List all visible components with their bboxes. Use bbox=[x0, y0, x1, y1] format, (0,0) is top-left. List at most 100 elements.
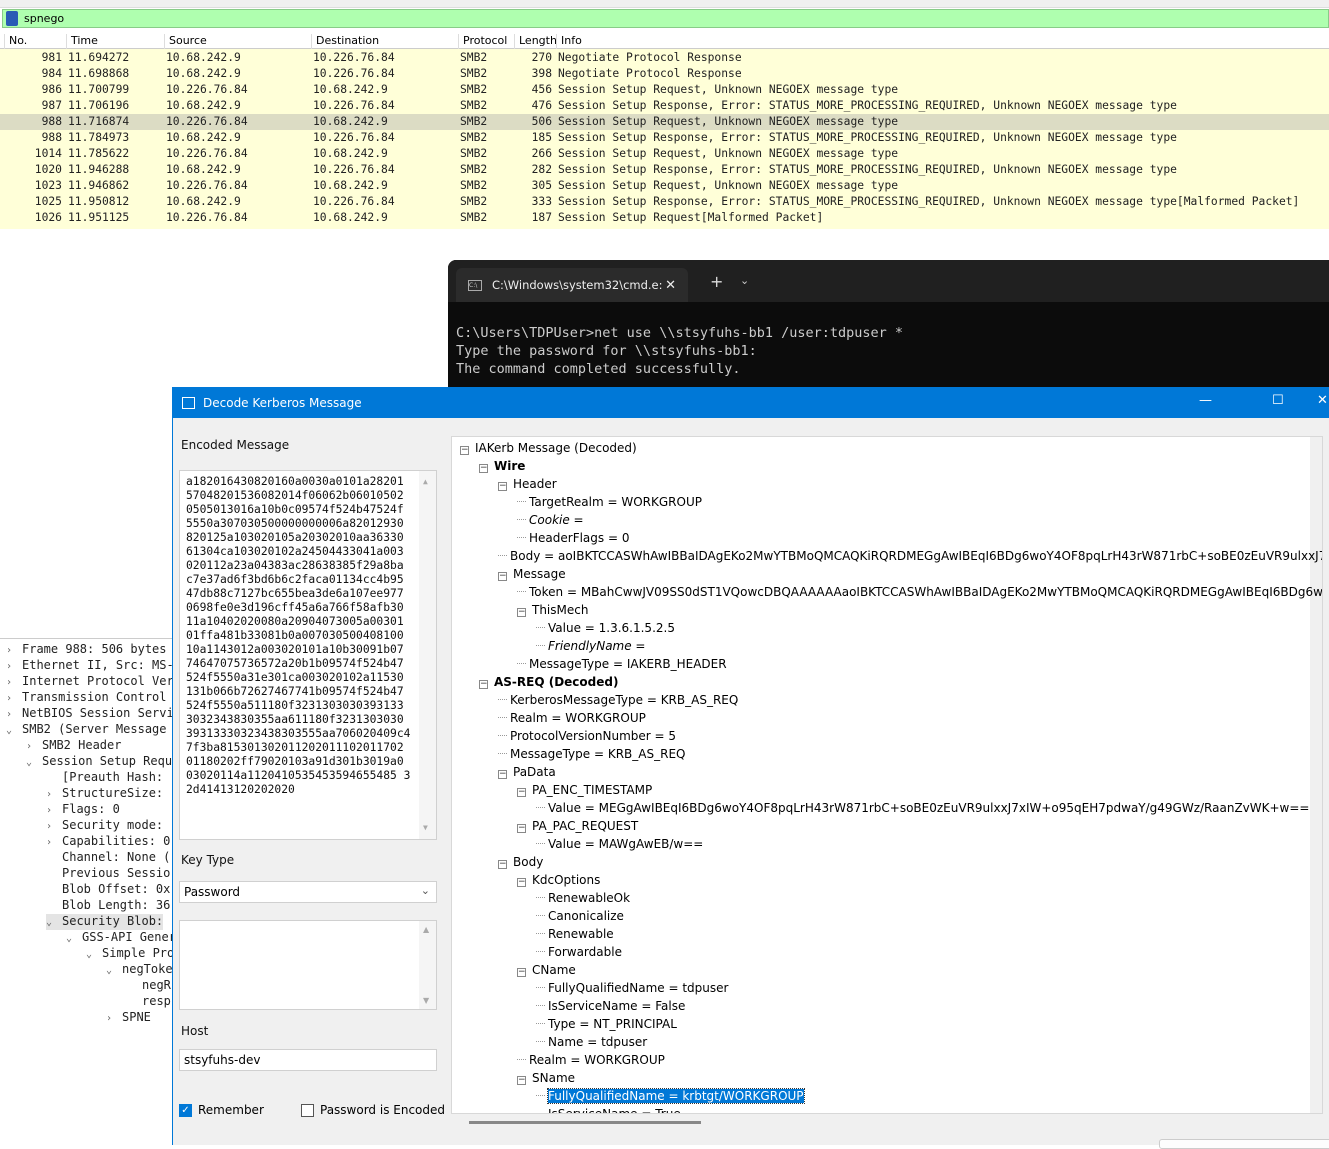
packet-row[interactable]: 1023 11.946862 10.226.76.84 10.68.242.9 SMB2… bbox=[0, 178, 1329, 194]
chevron-down-icon[interactable]: ⌄ bbox=[26, 757, 42, 768]
chevron-right-icon[interactable]: › bbox=[46, 805, 62, 816]
detail-row[interactable]: › Flags: 0 bbox=[46, 802, 120, 818]
packet-row[interactable]: 981 11.694272 10.68.242.9 10.226.76.84 SMB2 2… bbox=[0, 50, 1329, 66]
detail-row[interactable]: Blob Offset: 0x bbox=[46, 882, 170, 898]
chevron-right-icon[interactable]: › bbox=[46, 837, 62, 848]
packet-row[interactable]: 986 11.700799 10.226.76.84 10.68.242.9 SMB2 4… bbox=[0, 82, 1329, 98]
tree-node[interactable]: Token = MBahCwwJV09SS0dST1VQowcDBQAAAAAA… bbox=[517, 583, 1322, 601]
collapse-icon[interactable]: − bbox=[517, 608, 526, 617]
key-type-select[interactable]: Password ⌄ bbox=[179, 881, 437, 903]
column-header[interactable]: Destination bbox=[311, 34, 379, 49]
collapse-icon[interactable]: − bbox=[517, 824, 526, 833]
tree-node[interactable]: MessageType = IAKERB_HEADER bbox=[517, 655, 727, 673]
detail-row[interactable]: ⌄ GSS-API Gener bbox=[66, 930, 176, 946]
display-filter-bar[interactable]: spnego bbox=[2, 9, 1329, 28]
chevron-down-icon[interactable]: ⌄ bbox=[86, 949, 102, 960]
packet-row[interactable]: 1020 11.946288 10.68.242.9 10.226.76.84 SMB2… bbox=[0, 162, 1329, 178]
minimize-icon[interactable]: — bbox=[1199, 393, 1212, 408]
collapse-icon[interactable]: − bbox=[498, 572, 507, 581]
collapse-icon[interactable]: − bbox=[479, 464, 488, 473]
chevron-right-icon[interactable]: › bbox=[26, 741, 42, 752]
packet-row[interactable]: 984 11.698868 10.68.242.9 10.226.76.84 SMB2 3… bbox=[0, 66, 1329, 82]
decoded-message-tree[interactable]: − IAKerb Message (Decoded) − Wire − Header Tar… bbox=[451, 436, 1323, 1114]
collapse-icon[interactable]: − bbox=[498, 482, 507, 491]
column-header[interactable]: Source bbox=[164, 34, 207, 49]
packet-row[interactable]: 988 11.716874 10.226.76.84 10.68.242.9 SMB2 5… bbox=[0, 114, 1329, 130]
close-icon[interactable]: ✕ bbox=[1317, 393, 1328, 408]
tree-node[interactable]: Value = MEGgAwIBEqI6BDg6woY4OF8pqLrH43rW… bbox=[536, 799, 1309, 817]
detail-row[interactable]: › Internet Protocol Ver bbox=[6, 674, 174, 690]
tree-node[interactable]: − PaData bbox=[498, 763, 556, 781]
password-textarea[interactable]: ▲ ▼ bbox=[179, 920, 437, 1010]
tree-node[interactable]: − PA_ENC_TIMESTAMP bbox=[517, 781, 652, 799]
chevron-down-icon[interactable]: ⌄ bbox=[106, 965, 122, 976]
detail-row[interactable]: Blob Length: 36 bbox=[46, 898, 170, 914]
packet-row[interactable]: 988 11.784973 10.68.242.9 10.226.76.84 SMB2 1… bbox=[0, 130, 1329, 146]
chevron-right-icon[interactable]: › bbox=[46, 821, 62, 832]
detail-row[interactable]: ⌄ Security Blob: bbox=[46, 914, 164, 930]
tree-node[interactable]: − ThisMech bbox=[517, 601, 588, 619]
tree-node[interactable]: − Body bbox=[498, 853, 543, 871]
horizontal-scrollbar[interactable] bbox=[469, 1121, 701, 1124]
tree-node[interactable]: FullyQualifiedName = tdpuser bbox=[536, 979, 728, 997]
chevron-down-icon[interactable]: ⌄ bbox=[6, 725, 22, 736]
column-header[interactable]: Protocol bbox=[458, 34, 507, 49]
remember-checkbox[interactable]: ✓ Remember bbox=[179, 1103, 264, 1117]
tree-node[interactable]: IsServiceName = True bbox=[536, 1105, 681, 1113]
tree-node[interactable]: Realm = WORKGROUP bbox=[498, 709, 646, 727]
detail-row[interactable]: › Transmission Control bbox=[6, 690, 167, 706]
tree-node[interactable]: Forwardable bbox=[536, 943, 622, 961]
tree-node[interactable]: − AS-REQ (Decoded) bbox=[479, 673, 618, 691]
checkbox-checked-icon[interactable]: ✓ bbox=[179, 1103, 192, 1117]
packet-details-pane[interactable]: › Frame 988: 506 bytes › Ethernet II, Src: … bbox=[0, 638, 176, 1145]
tree-node[interactable]: KerberosMessageType = KRB_AS_REQ bbox=[498, 691, 738, 709]
collapse-icon[interactable]: − bbox=[460, 446, 469, 455]
tree-node[interactable]: FriendlyName = bbox=[536, 637, 645, 655]
detail-row[interactable]: › SPNE bbox=[106, 1010, 151, 1026]
tree-node[interactable]: Body = aoIBKTCCASWhAwIBBaIDAgEKo2MwYTBMo… bbox=[498, 547, 1322, 565]
dialog-button[interactable] bbox=[1159, 1139, 1329, 1149]
tree-node[interactable]: − Header bbox=[498, 475, 557, 493]
tree-node[interactable]: Name = tdpuser bbox=[536, 1033, 647, 1051]
tree-node[interactable]: ProtocolVersionNumber = 5 bbox=[498, 727, 676, 745]
detail-row[interactable]: › Capabilities: 0 bbox=[46, 834, 170, 850]
filter-input[interactable]: spnego bbox=[24, 12, 64, 25]
column-header[interactable]: Time bbox=[66, 34, 98, 49]
chevron-right-icon[interactable]: › bbox=[6, 645, 22, 656]
tree-node[interactable]: − IAKerb Message (Decoded) bbox=[460, 439, 637, 457]
tree-node[interactable]: RenewableOk bbox=[536, 889, 630, 907]
tree-node[interactable]: Type = NT_PRINCIPAL bbox=[536, 1015, 677, 1033]
chevron-right-icon[interactable]: › bbox=[106, 1013, 122, 1024]
detail-row[interactable]: ⌄ negToke bbox=[106, 962, 173, 978]
tree-node[interactable]: Realm = WORKGROUP bbox=[517, 1051, 665, 1069]
tree-node[interactable]: − SName bbox=[517, 1069, 575, 1087]
tree-node[interactable]: Cookie = bbox=[517, 511, 584, 529]
packet-row[interactable]: 987 11.706196 10.68.242.9 10.226.76.84 SMB2 4… bbox=[0, 98, 1329, 114]
tree-node[interactable]: HeaderFlags = 0 bbox=[517, 529, 629, 547]
password-is-encoded-checkbox[interactable]: Password is Encoded bbox=[301, 1103, 445, 1117]
collapse-icon[interactable]: − bbox=[517, 878, 526, 887]
detail-row[interactable]: › NetBIOS Session Servi bbox=[6, 706, 174, 722]
collapse-icon[interactable]: − bbox=[498, 770, 507, 779]
tree-node[interactable]: − CName bbox=[517, 961, 576, 979]
tree-node[interactable]: − Wire bbox=[479, 457, 525, 475]
packet-row[interactable]: 1025 11.950812 10.68.242.9 10.226.76.84 SMB2… bbox=[0, 194, 1329, 210]
bookmark-icon[interactable] bbox=[6, 11, 18, 26]
detail-row[interactable]: ⌄ SMB2 (Server Message bbox=[6, 722, 167, 738]
tree-node[interactable]: MessageType = KRB_AS_REQ bbox=[498, 745, 685, 763]
collapse-icon[interactable]: − bbox=[517, 1076, 526, 1085]
detail-row[interactable]: [Preauth Hash: bbox=[46, 770, 163, 786]
chevron-right-icon[interactable]: › bbox=[6, 677, 22, 688]
encoded-message-textarea[interactable]: a182016430820160a0030a0101a28201 5704820… bbox=[179, 470, 437, 840]
chevron-right-icon[interactable]: › bbox=[6, 709, 22, 720]
tree-node[interactable]: IsServiceName = False bbox=[536, 997, 685, 1015]
packet-row[interactable]: 1014 11.785622 10.226.76.84 10.68.242.9 SMB2… bbox=[0, 146, 1329, 162]
detail-row[interactable]: Previous Sessio bbox=[46, 866, 170, 882]
chevron-right-icon[interactable]: › bbox=[46, 789, 62, 800]
detail-row[interactable]: › Ethernet II, Src: MS- bbox=[6, 658, 174, 674]
host-input[interactable]: stsyfuhs-dev bbox=[179, 1049, 437, 1071]
packet-list[interactable]: 981 11.694272 10.68.242.9 10.226.76.84 SMB2 2… bbox=[0, 49, 1329, 229]
tree-node[interactable]: − Message bbox=[498, 565, 566, 583]
column-header[interactable]: Info bbox=[556, 34, 582, 49]
detail-row[interactable]: negR bbox=[126, 978, 171, 994]
